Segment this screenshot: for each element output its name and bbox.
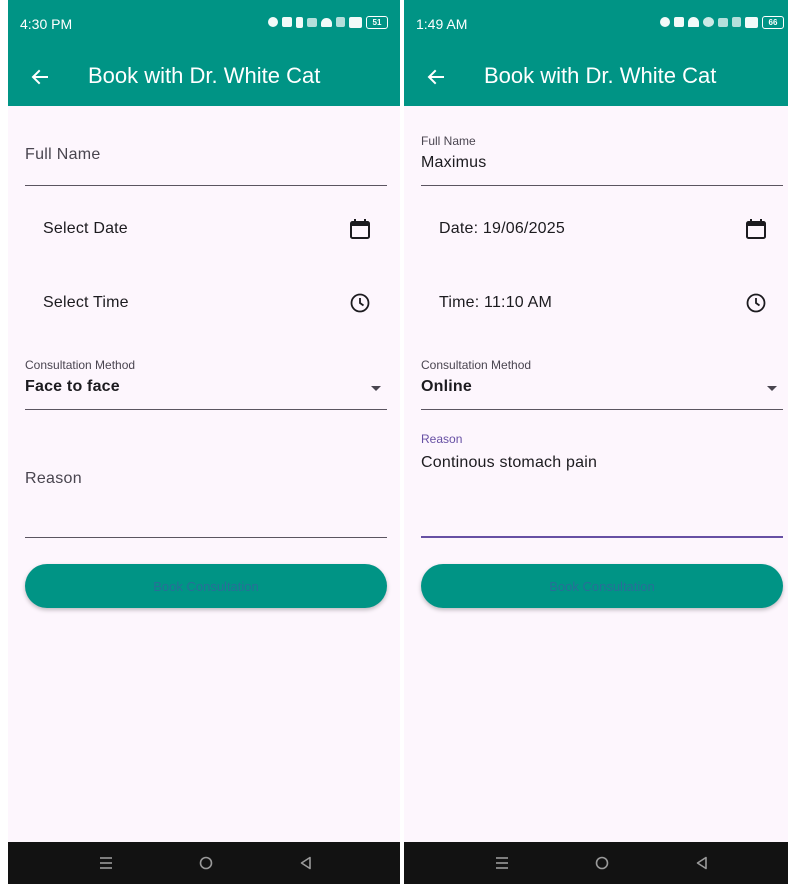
alarm-icon [268, 17, 278, 27]
status-time: 4:30 PM [20, 16, 73, 32]
nfc-icon [674, 17, 684, 27]
app-bar: Book with Dr. White Cat [8, 52, 400, 102]
top-bar: 1:49 AM 66 Book with Dr. White Cat [404, 0, 788, 106]
book-consultation-button[interactable]: Book Consultation [421, 564, 783, 608]
bluetooth-icon [296, 16, 303, 28]
menu-icon [496, 857, 508, 869]
network-speed-icon [718, 17, 728, 27]
back-button[interactable] [418, 59, 454, 95]
battery-icon: 51 [366, 15, 388, 29]
booking-screen-empty: 4:30 PM 51 Book with Dr. White Cat Full [8, 0, 400, 884]
home-button[interactable] [196, 853, 216, 873]
select-date-tile[interactable]: Select Date [25, 202, 387, 258]
volte-icon [336, 17, 345, 27]
reason-value: Continous stomach pain [421, 454, 598, 471]
select-date-tile[interactable]: Date: 19/06/2025 [421, 202, 783, 258]
page-title: Book with Dr. White Cat [88, 63, 321, 88]
back-nav-button[interactable] [296, 853, 316, 873]
back-triangle-icon [696, 856, 707, 870]
signal-icon [349, 16, 362, 28]
arrow-left-icon [427, 69, 444, 85]
time-label: Time: 11:10 AM [439, 294, 553, 311]
back-button[interactable] [22, 59, 58, 95]
booking-screen-filled: 1:49 AM 66 Book with Dr. White Cat Full [404, 0, 788, 884]
calendar-icon [347, 216, 373, 242]
reason-field[interactable]: Reason [25, 426, 387, 538]
time-label: Select Time [43, 294, 129, 311]
wifi-icon [321, 17, 332, 27]
system-nav-bar [404, 842, 788, 884]
full-name-value: Maximus [421, 154, 487, 171]
arrow-left-icon [31, 69, 48, 85]
book-consultation-label: Book Consultation [549, 578, 655, 594]
home-button[interactable] [592, 853, 612, 873]
battery-icon: 66 [762, 15, 784, 29]
book-consultation-label: Book Consultation [153, 578, 259, 594]
status-icons: 51 [268, 14, 388, 30]
full-name-field[interactable]: Full Name Maximus [421, 130, 783, 186]
menu-icon [100, 857, 112, 869]
app-bar: Book with Dr. White Cat [404, 52, 788, 102]
consultation-method-label: Consultation Method [25, 358, 136, 372]
top-bar: 4:30 PM 51 Book with Dr. White Cat [8, 0, 400, 106]
home-circle-icon [595, 856, 609, 870]
date-label: Select Date [43, 220, 128, 237]
date-label: Date: 19/06/2025 [439, 220, 565, 237]
calendar-icon [743, 216, 769, 242]
page-title: Book with Dr. White Cat [484, 63, 717, 88]
nfc-icon [282, 17, 292, 27]
headphones-icon [688, 17, 699, 27]
consultation-method-value: Online [421, 378, 472, 395]
dropdown-arrow-icon [371, 386, 381, 391]
status-time: 1:49 AM [416, 16, 468, 32]
select-time-tile[interactable]: Time: 11:10 AM [421, 276, 783, 332]
status-icons: 66 [660, 14, 784, 30]
dropdown-arrow-icon [767, 386, 777, 391]
book-consultation-button[interactable]: Book Consultation [25, 564, 387, 608]
select-time-tile[interactable]: Select Time [25, 276, 387, 332]
volte-icon [732, 17, 741, 27]
full-name-label: Full Name [421, 134, 476, 148]
consultation-method-dropdown[interactable]: Consultation Method Online [421, 352, 783, 410]
reason-field[interactable]: Reason Continous stomach pain [421, 426, 783, 538]
hotspot-icon [703, 17, 714, 27]
consultation-method-label: Consultation Method [421, 358, 532, 372]
clock-icon [743, 290, 769, 316]
back-nav-button[interactable] [692, 853, 712, 873]
reason-label: Reason [421, 432, 463, 446]
home-circle-icon [199, 856, 213, 870]
consultation-method-value: Face to face [25, 378, 120, 395]
status-bar: 4:30 PM 51 [8, 0, 400, 40]
alarm-icon [660, 17, 670, 27]
system-nav-bar [8, 842, 400, 884]
full-name-placeholder: Full Name [25, 146, 101, 163]
reason-placeholder: Reason [25, 470, 82, 487]
status-bar: 1:49 AM 66 [404, 0, 788, 40]
signal-icon [745, 16, 758, 28]
network-speed-icon [307, 17, 317, 27]
consultation-method-dropdown[interactable]: Consultation Method Face to face [25, 352, 387, 410]
back-triangle-icon [300, 856, 311, 870]
recent-apps-button[interactable] [492, 853, 512, 873]
recent-apps-button[interactable] [96, 853, 116, 873]
full-name-field[interactable]: Full Name [25, 130, 387, 186]
clock-icon [347, 290, 373, 316]
